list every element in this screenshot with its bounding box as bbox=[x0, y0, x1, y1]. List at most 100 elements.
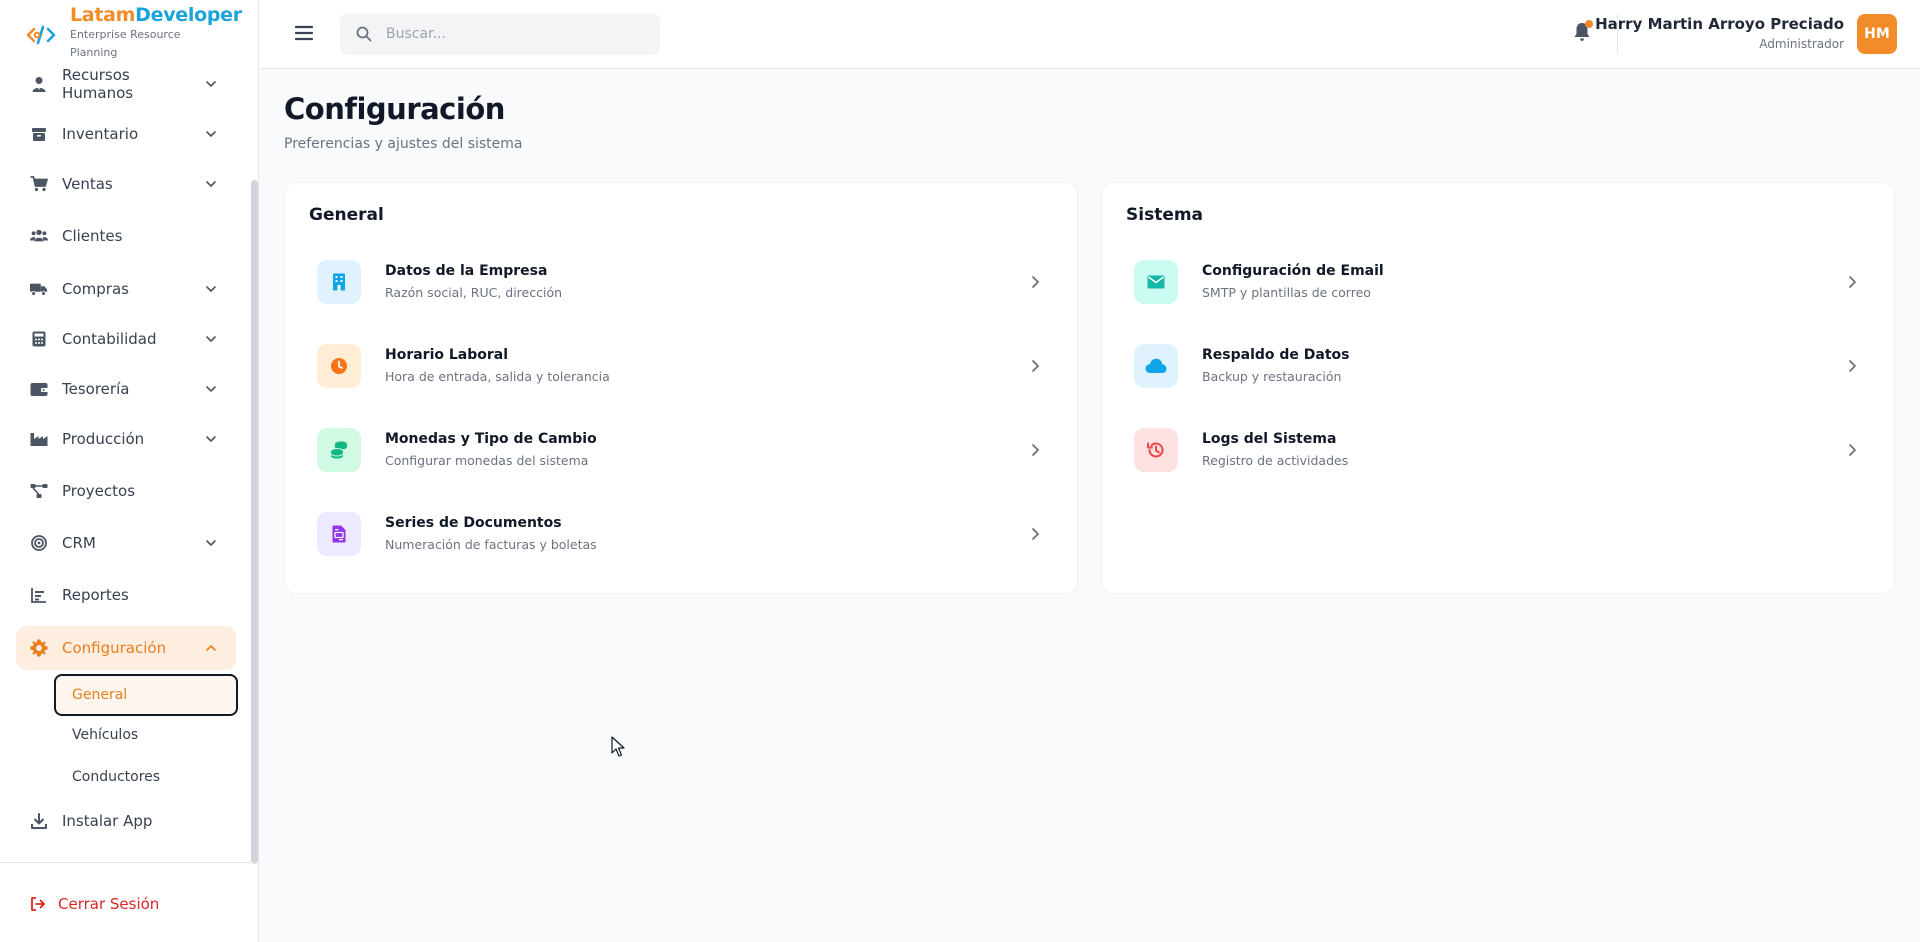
wallet-icon bbox=[30, 380, 48, 398]
logout-label: Cerrar Sesión bbox=[58, 895, 160, 913]
sidebar-item-label: Inventario bbox=[62, 125, 139, 143]
setting-row-email[interactable]: Configuración de Email SMTP y plantillas… bbox=[1110, 244, 1886, 320]
sidebar-item-contabilidad[interactable]: Contabilidad bbox=[16, 317, 236, 361]
user-role: Administrador bbox=[1759, 37, 1844, 51]
setting-description: Backup y restauración bbox=[1202, 369, 1342, 384]
setting-description: Hora de entrada, salida y tolerancia bbox=[385, 369, 610, 384]
sidebar-item-label: CRM bbox=[62, 534, 96, 552]
setting-title: Monedas y Tipo de Cambio bbox=[385, 431, 597, 447]
sidebar-item-label: Proyectos bbox=[62, 482, 136, 500]
setting-row-datos-empresa[interactable]: Datos de la Empresa Razón social, RUC, d… bbox=[293, 244, 1069, 320]
bullseye-icon bbox=[30, 534, 48, 552]
brand[interactable]: LatamDeveloper Enterprise Resource Plann… bbox=[0, 0, 259, 68]
sidebar-item-proyectos[interactable]: Proyectos bbox=[16, 469, 236, 513]
avatar[interactable]: HM bbox=[1857, 14, 1897, 54]
project-diagram-icon bbox=[30, 482, 48, 500]
user-name[interactable]: Harry Martin Arroyo Preciado bbox=[1595, 15, 1844, 33]
chevron-down-icon bbox=[206, 386, 216, 392]
sidebar-subitem-vehiculos[interactable]: Vehículos bbox=[54, 714, 238, 756]
chevron-down-icon bbox=[206, 286, 216, 292]
sidebar-item-configuracion[interactable]: Configuración bbox=[16, 626, 236, 670]
chevron-down-icon bbox=[206, 181, 216, 187]
sidebar-scrollbar[interactable] bbox=[251, 180, 258, 864]
chevron-down-icon bbox=[206, 436, 216, 442]
user-tie-icon bbox=[30, 75, 48, 93]
setting-row-monedas[interactable]: Monedas y Tipo de Cambio Configurar mone… bbox=[293, 412, 1069, 488]
factory-icon bbox=[30, 430, 48, 448]
box-icon bbox=[30, 125, 48, 143]
gear-icon bbox=[30, 639, 48, 657]
users-icon bbox=[30, 227, 48, 245]
building-icon bbox=[317, 260, 361, 304]
search-icon bbox=[356, 26, 372, 42]
system-settings-card: Sistema Configuración de Email SMTP y pl… bbox=[1101, 182, 1895, 594]
sidebar-item-label: Ventas bbox=[62, 175, 113, 193]
logout-area: Cerrar Sesión bbox=[0, 862, 259, 942]
sidebar-item-label: Configuración bbox=[62, 639, 167, 657]
setting-description: Numeración de facturas y boletas bbox=[385, 537, 597, 552]
chevron-right-icon bbox=[1032, 444, 1039, 456]
sidebar-item-compras[interactable]: Compras bbox=[16, 267, 236, 311]
page-subtitle: Preferencias y ajustes del sistema bbox=[284, 136, 523, 152]
chevron-right-icon bbox=[1032, 360, 1039, 372]
hamburger-menu-icon[interactable] bbox=[292, 22, 316, 44]
brand-logo-icon bbox=[26, 25, 56, 45]
sidebar-item-reportes[interactable]: Reportes bbox=[16, 573, 236, 617]
sidebar-subitem-conductores[interactable]: Conductores bbox=[54, 756, 238, 798]
general-settings-card: General Datos de la Empresa Razón social… bbox=[284, 182, 1078, 594]
envelope-icon bbox=[1134, 260, 1178, 304]
setting-description: Registro de actividades bbox=[1202, 453, 1349, 468]
logout-button[interactable]: Cerrar Sesión bbox=[30, 895, 159, 913]
coins-icon bbox=[317, 428, 361, 472]
setting-row-logs[interactable]: Logs del Sistema Registro de actividades bbox=[1110, 412, 1886, 488]
sidebar-item-clientes[interactable]: Clientes bbox=[16, 214, 236, 258]
setting-description: Razón social, RUC, dirección bbox=[385, 285, 563, 300]
chevron-up-icon bbox=[206, 645, 216, 651]
sidebar-item-label: Reportes bbox=[62, 586, 129, 604]
chart-bar-icon bbox=[30, 586, 48, 604]
chevron-right-icon bbox=[1849, 444, 1856, 456]
chevron-down-icon bbox=[206, 131, 216, 137]
brand-subtitle: Enterprise Resource Planning bbox=[70, 28, 181, 59]
sidebar-item-crm[interactable]: CRM bbox=[16, 521, 236, 565]
sidebar-item-ventas[interactable]: Ventas bbox=[16, 162, 236, 206]
sidebar-item-label: Compras bbox=[62, 280, 129, 298]
setting-row-horario-laboral[interactable]: Horario Laboral Hora de entrada, salida … bbox=[293, 328, 1069, 404]
sidebar-item-label: Tesorería bbox=[62, 380, 130, 398]
sidebar-subitem-general[interactable]: General bbox=[54, 674, 238, 716]
setting-description: SMTP y plantillas de correo bbox=[1202, 285, 1371, 300]
sidebar-item-tesoreria[interactable]: Tesorería bbox=[16, 367, 236, 411]
brand-name: LatamDeveloper bbox=[70, 4, 242, 26]
setting-title: Series de Documentos bbox=[385, 515, 562, 531]
sidebar-nav: Recursos Humanos Inventario Ventas Clien… bbox=[0, 68, 252, 862]
chevron-down-icon bbox=[206, 81, 216, 87]
setting-title: Horario Laboral bbox=[385, 347, 509, 363]
setting-row-series-documentos[interactable]: Series de Documentos Numeración de factu… bbox=[293, 496, 1069, 572]
chevron-down-icon bbox=[206, 336, 216, 342]
setting-title: Logs del Sistema bbox=[1202, 431, 1337, 447]
sidebar-item-produccion[interactable]: Producción bbox=[16, 417, 236, 461]
sidebar-item-label: Instalar App bbox=[62, 812, 153, 830]
chevron-right-icon bbox=[1032, 276, 1039, 288]
clock-icon bbox=[317, 344, 361, 388]
top-header: Harry Martin Arroyo Preciado Administrad… bbox=[260, 0, 1920, 69]
sidebar-item-label: Recursos Humanos bbox=[62, 68, 134, 102]
sidebar-item-label: Clientes bbox=[62, 227, 123, 245]
chevron-right-icon bbox=[1849, 360, 1856, 372]
setting-row-respaldo[interactable]: Respaldo de Datos Backup y restauración bbox=[1110, 328, 1886, 404]
search-input[interactable] bbox=[386, 26, 646, 42]
page-title: Configuración bbox=[284, 92, 505, 126]
cloud-icon bbox=[1134, 344, 1178, 388]
setting-title: Datos de la Empresa bbox=[385, 263, 548, 279]
sidebar-item-inventario[interactable]: Inventario bbox=[16, 112, 236, 156]
cart-icon bbox=[30, 175, 48, 193]
sidebar-item-recursos-humanos[interactable]: Recursos Humanos bbox=[16, 68, 236, 106]
search-box[interactable] bbox=[340, 13, 660, 55]
sidebar-item-instalar-app[interactable]: Instalar App bbox=[16, 799, 236, 843]
chevron-down-icon bbox=[206, 540, 216, 546]
card-title: General bbox=[309, 205, 384, 225]
history-icon bbox=[1134, 428, 1178, 472]
calculator-icon bbox=[30, 330, 48, 348]
mouse-cursor-icon bbox=[611, 736, 625, 757]
sidebar-item-label: Producción bbox=[62, 430, 145, 448]
